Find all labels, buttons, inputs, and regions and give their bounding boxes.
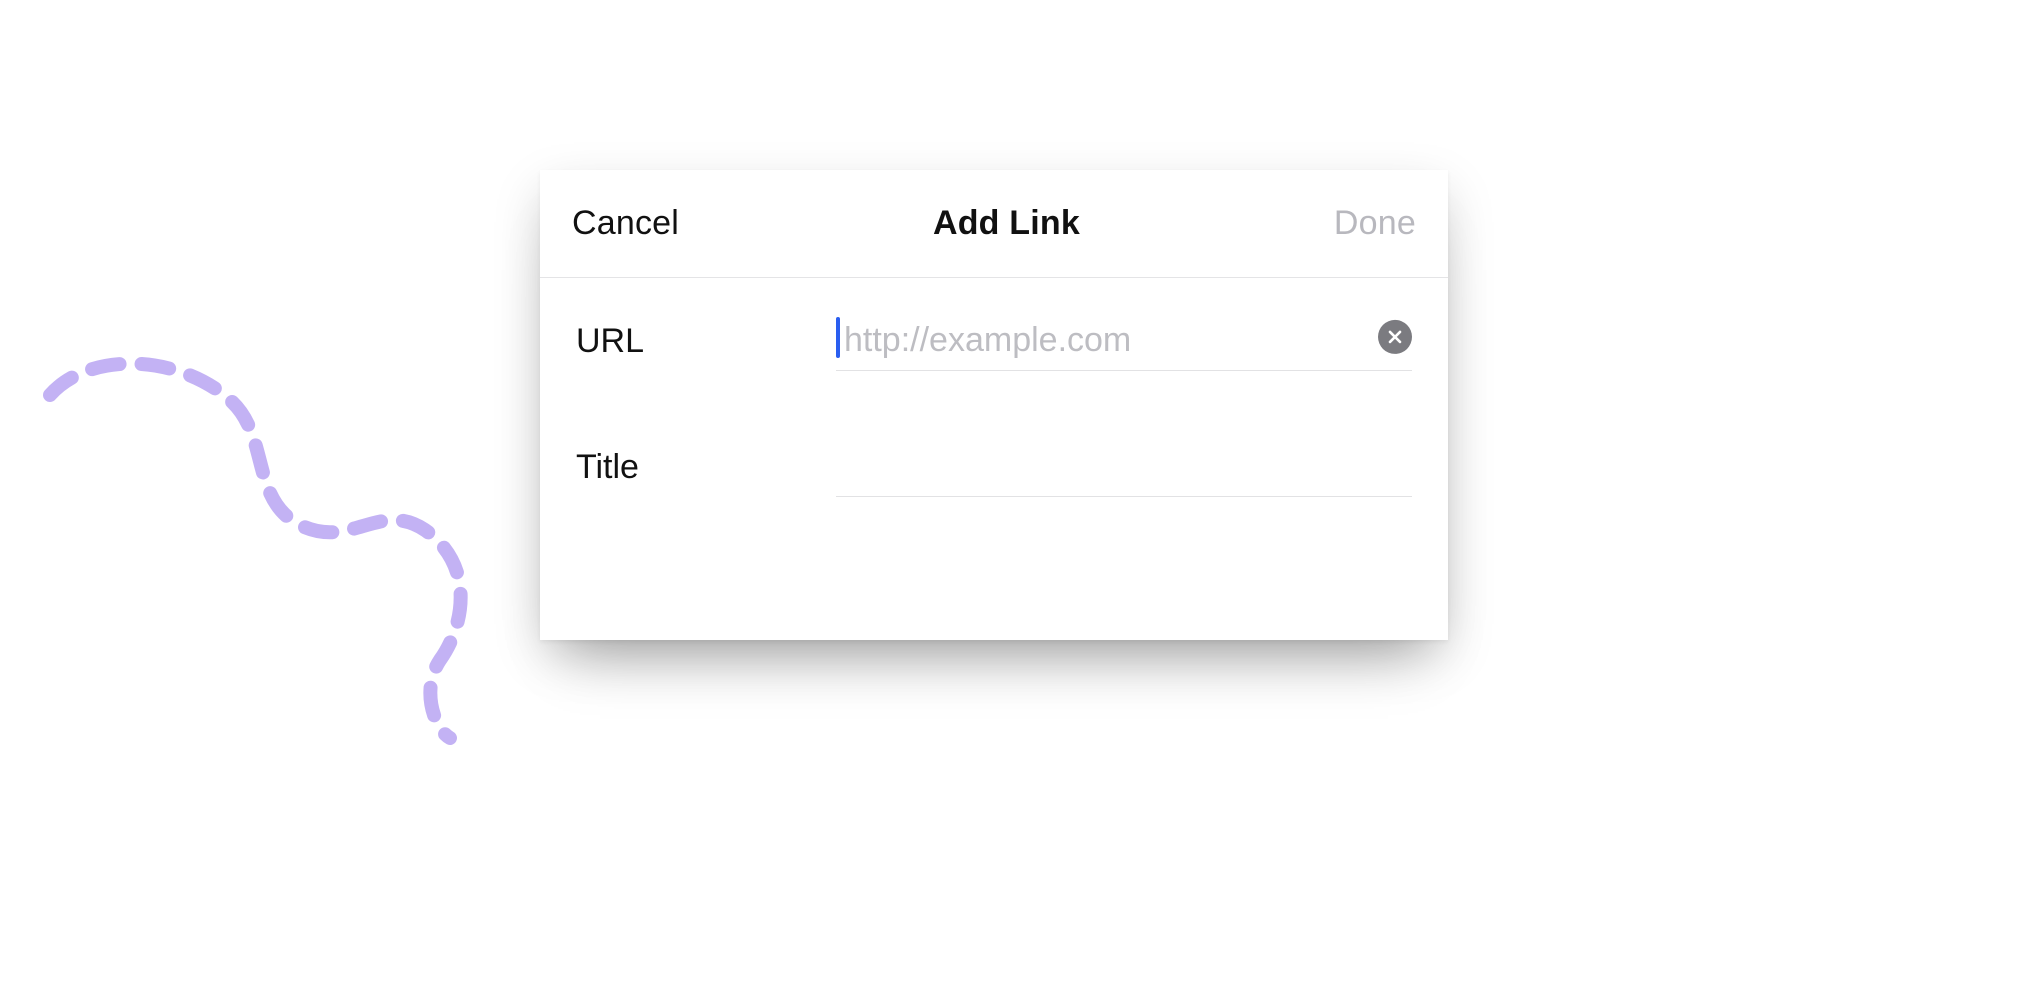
title-label: Title [576, 448, 836, 487]
cancel-button[interactable]: Cancel [572, 204, 679, 243]
url-row: URL [540, 278, 1448, 404]
dialog-header: Cancel Add Link Done [540, 170, 1448, 278]
text-caret [836, 317, 840, 358]
title-input-wrap [836, 437, 1412, 497]
dialog-title: Add Link [933, 204, 1080, 243]
close-circle-icon [1387, 328, 1403, 344]
title-input[interactable] [836, 437, 1412, 496]
done-button[interactable]: Done [1334, 204, 1416, 243]
url-label: URL [576, 322, 836, 361]
add-link-dialog: Cancel Add Link Done URL Title [540, 170, 1448, 640]
clear-url-button[interactable] [1378, 319, 1412, 353]
url-input[interactable] [836, 311, 1412, 370]
url-input-wrap [836, 311, 1412, 371]
title-row: Title [540, 404, 1448, 530]
decorative-squiggle [20, 340, 540, 760]
